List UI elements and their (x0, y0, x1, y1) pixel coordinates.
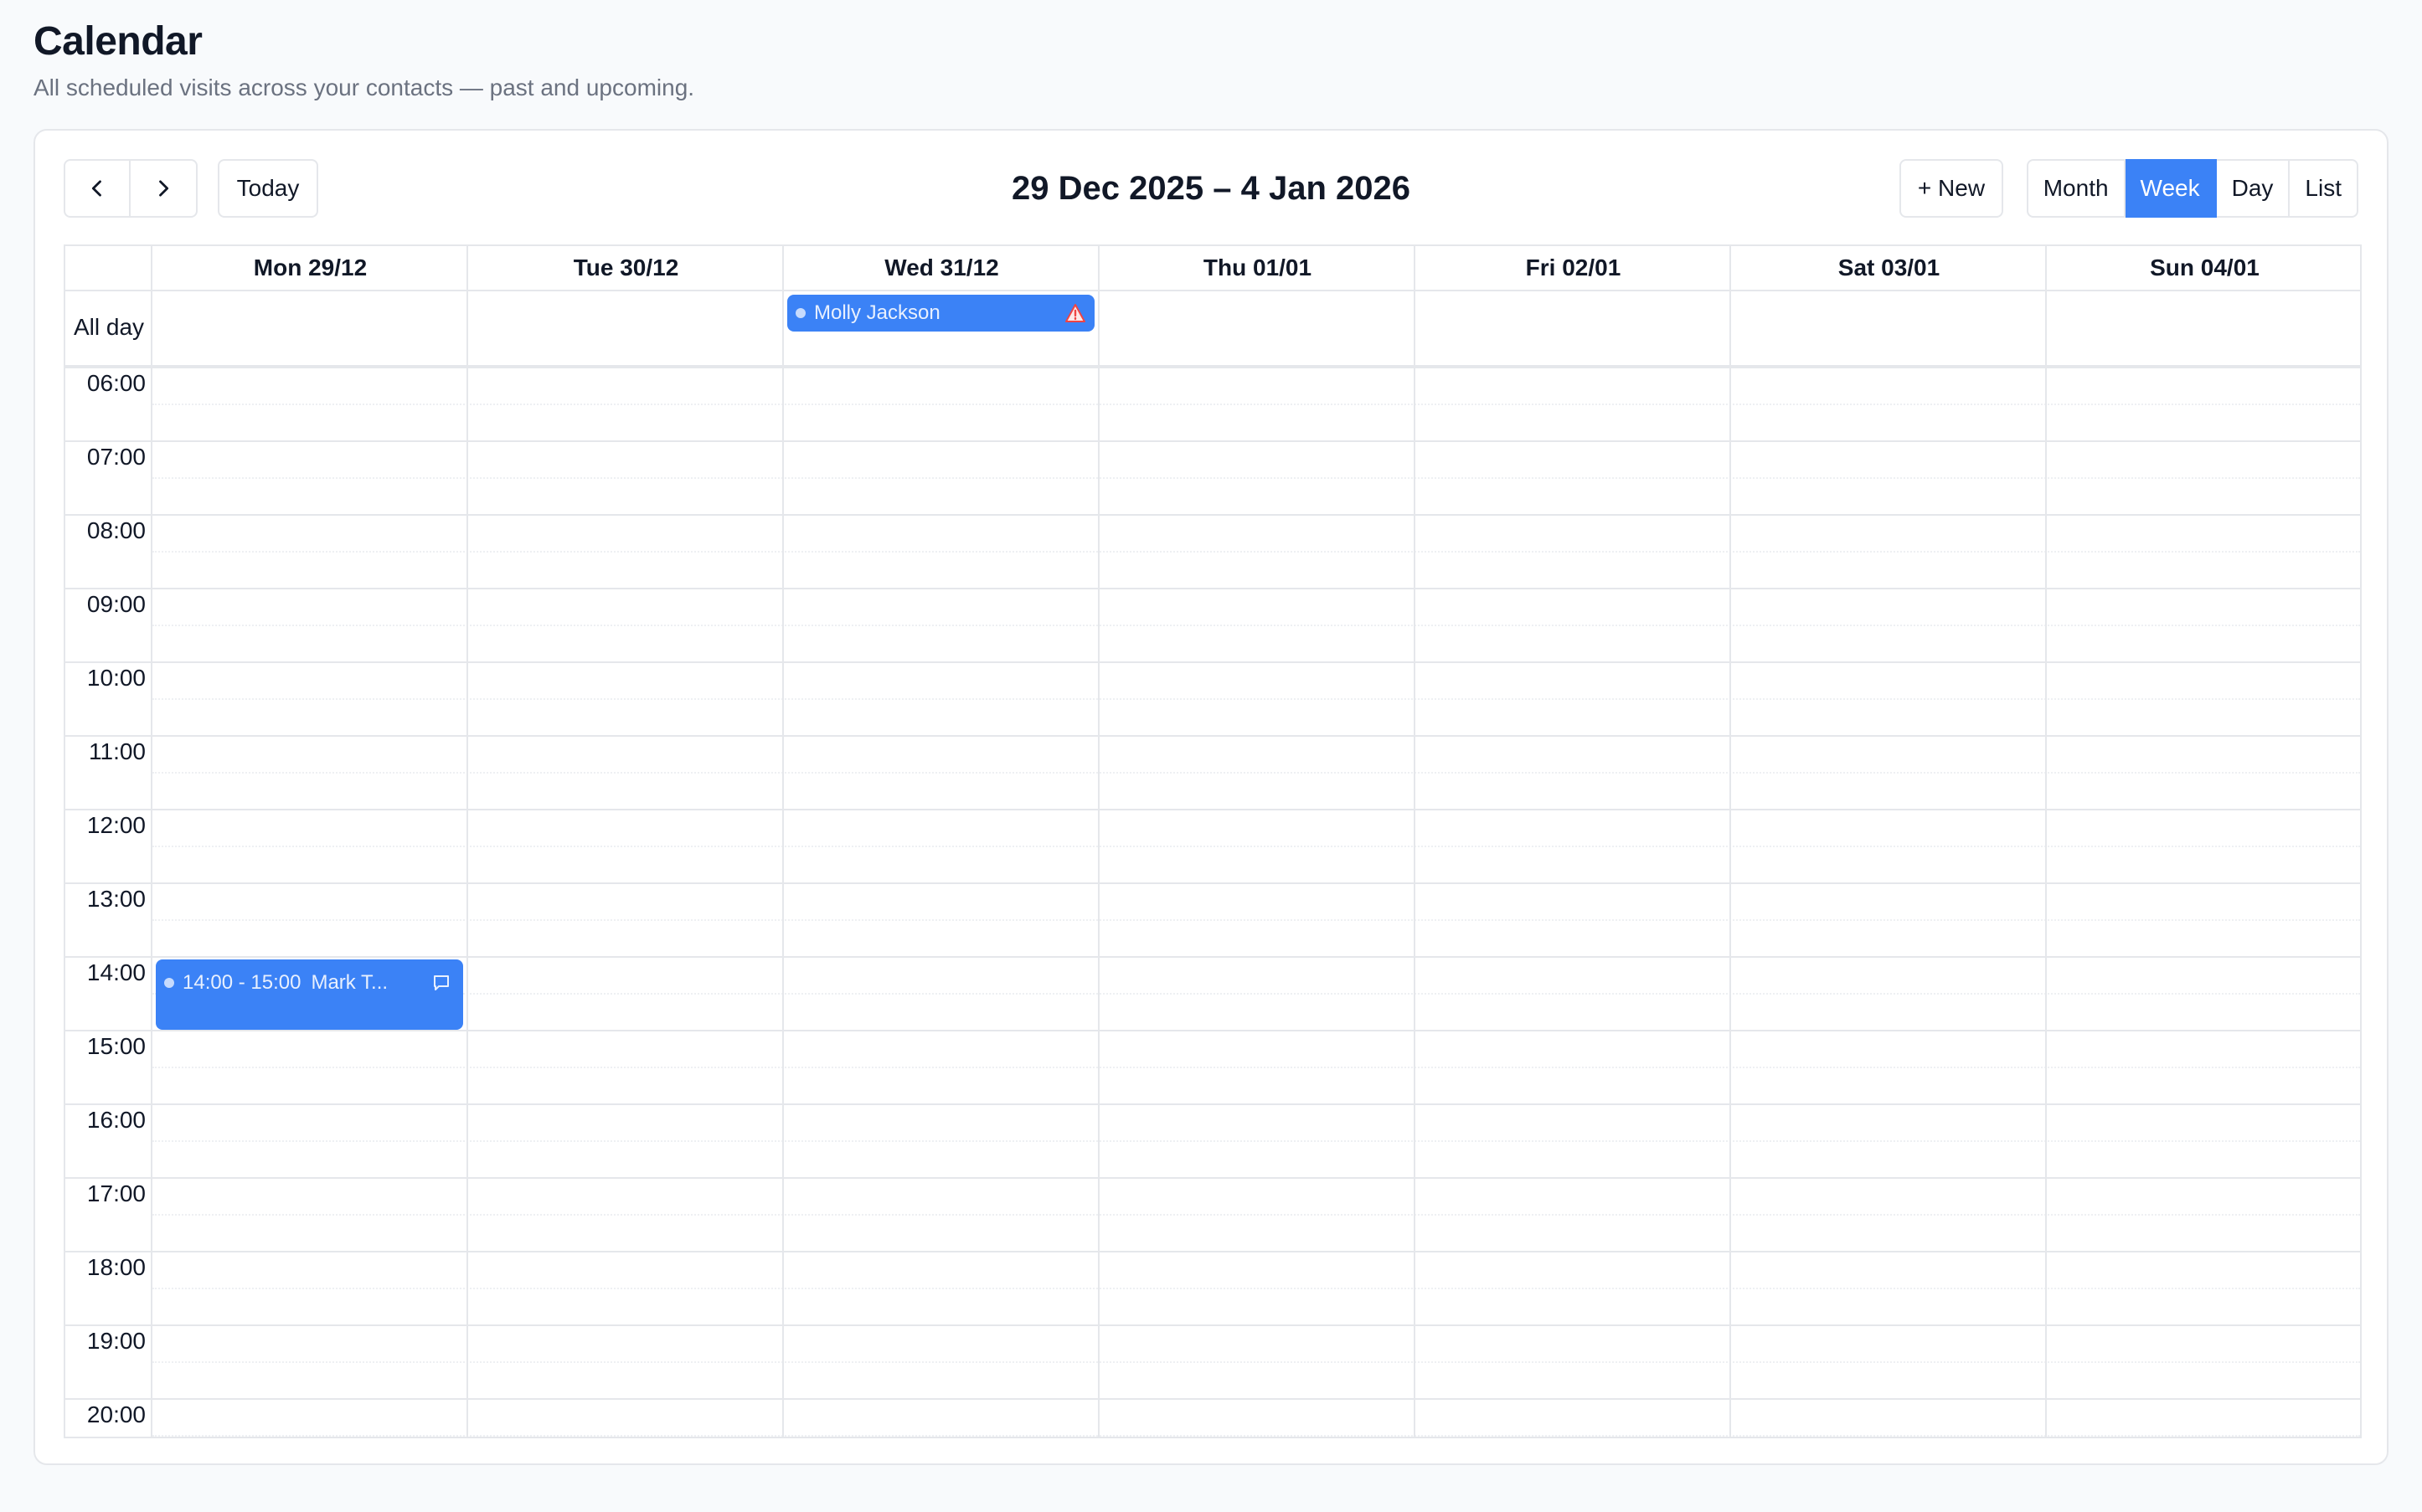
half-hour-line (152, 551, 2360, 553)
time-label: 07:00 (86, 444, 146, 470)
nav-button-group (64, 159, 198, 218)
time-label: 15:00 (86, 1033, 146, 1059)
half-hour-line (152, 477, 2360, 479)
event-title: Molly Jackson (814, 301, 940, 324)
half-hour-line (152, 1435, 2360, 1437)
calendar-toolbar: Today 29 Dec 2025 – 4 Jan 2026 + New Mon… (64, 159, 2358, 218)
half-hour-line (152, 772, 2360, 774)
hour-line (65, 661, 2360, 663)
time-label: 13:00 (86, 886, 146, 912)
hour-line (65, 1103, 2360, 1105)
grid-line (65, 367, 2360, 368)
half-hour-line (152, 846, 2360, 847)
hour-line (65, 882, 2360, 884)
timed-event[interactable]: 14:00 - 15:00 Mark T... (156, 959, 463, 1030)
day-header[interactable]: Sun 04/01 (2047, 246, 2360, 290)
view-month-button[interactable]: Month (2026, 159, 2126, 218)
day-header[interactable]: Sat 03/01 (1731, 246, 2047, 290)
half-hour-line (152, 404, 2360, 405)
day-header[interactable]: Fri 02/01 (1415, 246, 1731, 290)
time-label: 12:00 (86, 812, 146, 838)
half-hour-line (152, 919, 2360, 921)
all-day-label: All day (73, 314, 145, 340)
hour-line (65, 956, 2360, 958)
view-day-button[interactable]: Day (2216, 159, 2291, 218)
time-label: 18:00 (86, 1254, 146, 1280)
hour-line (65, 735, 2360, 737)
time-label: 17:00 (86, 1180, 146, 1206)
day-header[interactable]: Mon 29/12 (152, 246, 468, 290)
next-week-button[interactable] (131, 159, 198, 218)
prev-week-button[interactable] (64, 159, 131, 218)
grid-line (151, 246, 152, 1437)
hour-line (65, 1251, 2360, 1252)
day-header[interactable]: Thu 01/01 (1100, 246, 1415, 290)
page-subtitle: All scheduled visits across your contact… (33, 75, 695, 100)
event-dot (164, 978, 174, 988)
day-column-line (1729, 246, 1731, 1437)
half-hour-line (152, 1361, 2360, 1363)
hour-line (65, 1030, 2360, 1031)
half-hour-line (152, 1140, 2360, 1142)
today-button[interactable]: Today (218, 159, 318, 218)
chevron-right-icon (159, 180, 169, 197)
date-range-title: 29 Dec 2025 – 4 Jan 2026 (1012, 169, 1410, 207)
event-dot (796, 308, 806, 318)
time-label: 06:00 (86, 370, 146, 396)
chevron-left-icon (91, 180, 101, 197)
hour-line (65, 809, 2360, 810)
all-day-event[interactable]: Molly Jackson (787, 295, 1095, 332)
half-hour-line (152, 1288, 2360, 1289)
page-header: Calendar All scheduled visits across you… (33, 18, 694, 101)
hour-line (65, 1177, 2360, 1179)
hour-line (65, 1398, 2360, 1400)
week-grid: All day Mon 29/12 Tue 30/12 Wed 31/12 Thu 0… (64, 244, 2362, 1438)
hour-line (65, 514, 2360, 516)
hour-line (65, 440, 2360, 442)
grid-line (65, 290, 2360, 291)
time-label: 20:00 (86, 1401, 146, 1427)
time-label: 10:00 (86, 665, 146, 691)
calendar-card: Today 29 Dec 2025 – 4 Jan 2026 + New Mon… (33, 129, 2389, 1465)
chat-icon (434, 975, 449, 990)
day-column-line (1414, 246, 1415, 1437)
view-week-button[interactable]: Week (2125, 159, 2217, 218)
page-title: Calendar (33, 19, 203, 64)
time-label: 14:00 (86, 959, 146, 985)
time-label: 09:00 (86, 591, 146, 617)
time-label: 16:00 (86, 1107, 146, 1133)
half-hour-line (152, 993, 2360, 995)
view-list-button[interactable]: List (2290, 159, 2358, 218)
day-column-line (466, 246, 468, 1437)
new-event-button[interactable]: + New (1899, 159, 2003, 218)
half-hour-line (152, 1214, 2360, 1216)
day-header[interactable]: Tue 30/12 (468, 246, 784, 290)
half-hour-line (152, 625, 2360, 626)
half-hour-line (152, 1067, 2360, 1068)
time-label: 11:00 (89, 738, 146, 764)
day-column-line (2045, 246, 2047, 1437)
view-switcher: Month Week Day List (2026, 159, 2358, 218)
warning-icon (1065, 304, 1085, 322)
half-hour-line (152, 698, 2360, 700)
time-label: 19:00 (86, 1328, 146, 1354)
day-column-line (1098, 246, 1100, 1437)
hour-line (65, 588, 2360, 589)
day-header[interactable]: Wed 31/12 (784, 246, 1100, 290)
time-label: 08:00 (86, 517, 146, 543)
event-time: 14:00 - 15:00 (183, 971, 301, 994)
day-column-line (782, 246, 784, 1437)
event-title: Mark T... (311, 971, 389, 994)
hour-line (65, 1324, 2360, 1326)
